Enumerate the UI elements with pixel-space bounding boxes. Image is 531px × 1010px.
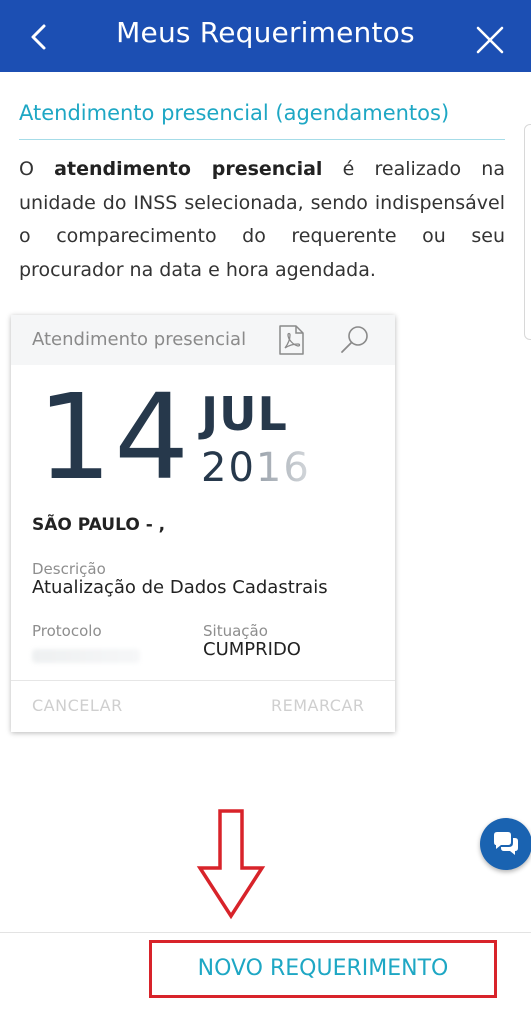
reschedule-button[interactable]: REMARCAR <box>271 696 365 715</box>
protocol-value-redacted <box>32 649 140 663</box>
intro-prefix: O <box>19 158 55 180</box>
protocol-label: Protocolo <box>32 622 102 640</box>
cancel-button[interactable]: CANCELAR <box>32 696 123 715</box>
description-label: Descrição <box>32 560 106 578</box>
new-request-button[interactable]: NOVO REQUERIMENTO <box>149 940 497 998</box>
chat-button[interactable] <box>480 818 531 870</box>
appointment-city: SÃO PAULO - , <box>32 515 166 535</box>
close-icon[interactable] <box>472 22 508 58</box>
status-value: CUMPRIDO <box>203 639 301 660</box>
chat-icon <box>494 832 518 855</box>
card-divider <box>11 680 395 681</box>
status-label: Situação <box>203 622 268 640</box>
search-icon[interactable] <box>339 324 371 356</box>
scroll-indicator[interactable] <box>524 124 531 340</box>
section-divider <box>19 139 505 140</box>
pdf-icon[interactable] <box>277 325 305 355</box>
appointment-month: JUL <box>201 387 288 441</box>
intro-paragraph: O atendimento presencial é realizado na … <box>19 153 505 287</box>
section-title: Atendimento presencial (agendamentos) <box>19 101 450 125</box>
app-header: Meus Requerimentos <box>0 0 531 72</box>
intro-bold: atendimento presencial <box>54 158 323 180</box>
arrow-down-annotation-icon <box>196 809 266 920</box>
description-value: Atualização de Dados Cadastrais <box>32 577 328 598</box>
card-type: Atendimento presencial <box>32 329 247 350</box>
appointment-card[interactable]: Atendimento presencial 14 JUL 2016 SÃO P… <box>11 315 395 732</box>
appointment-day: 14 <box>37 368 192 506</box>
page-title: Meus Requerimentos <box>116 16 415 49</box>
redaction-mask <box>259 445 339 491</box>
card-header: Atendimento presencial <box>11 315 395 365</box>
